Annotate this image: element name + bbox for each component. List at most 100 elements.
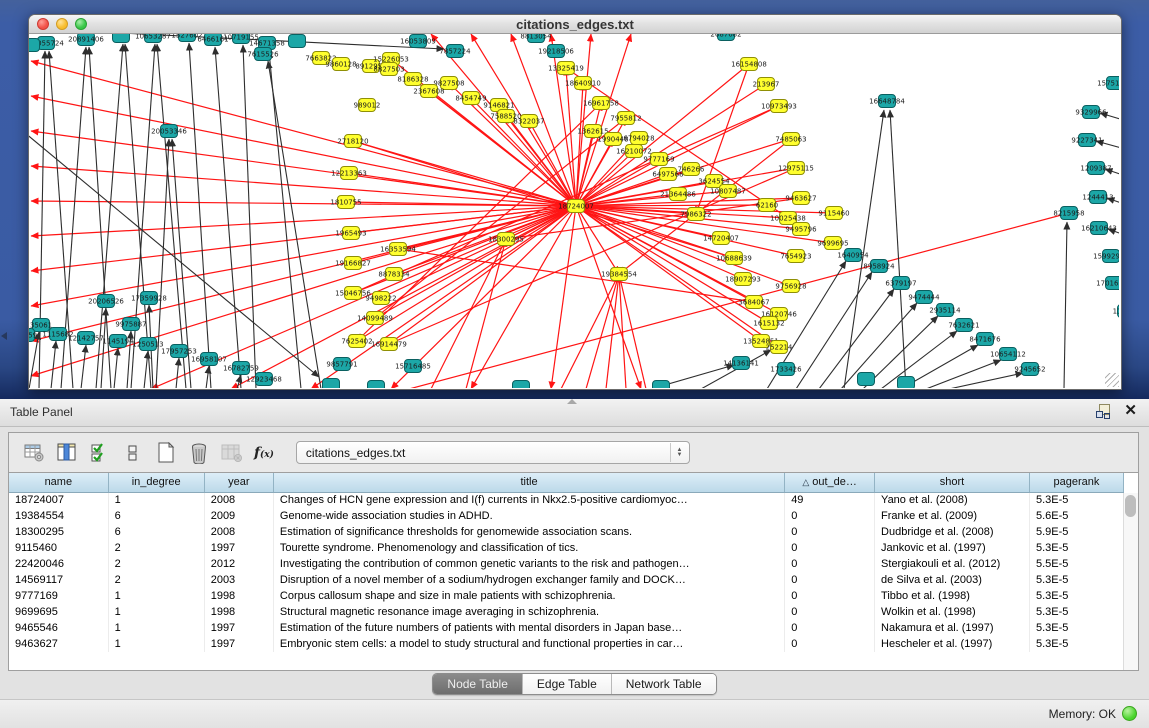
table-cell[interactable]: 2	[108, 540, 204, 556]
table-cell[interactable]: 2008	[204, 524, 273, 540]
table-cell[interactable]: 1998	[204, 604, 273, 620]
network-node[interactable]: 8186328	[397, 73, 428, 86]
network-node[interactable]: 12975115	[778, 162, 814, 175]
table-cell[interactable]: 1998	[204, 588, 273, 604]
network-node[interactable]	[898, 377, 915, 389]
column-chooser-icon[interactable]	[56, 442, 78, 464]
table-cell[interactable]: 9463627	[9, 636, 108, 652]
network-node[interactable]: 9329966	[1075, 106, 1107, 119]
network-node[interactable]: 2687682	[710, 34, 741, 41]
table-cell[interactable]: 2	[108, 572, 204, 588]
table-cell[interactable]: Tibbo et al. (1998)	[875, 588, 1030, 604]
network-node[interactable]	[29, 39, 40, 52]
table-cell[interactable]: 0	[785, 508, 875, 524]
table-cell[interactable]: 5.3E-5	[1029, 572, 1123, 588]
table-cell[interactable]: 6	[108, 524, 204, 540]
network-node[interactable]: 10973493	[761, 100, 797, 113]
network-node[interactable]	[653, 381, 670, 389]
table-row[interactable]: 1830029562008Estimation of significance …	[9, 524, 1124, 540]
table-cell[interactable]: 1	[108, 492, 204, 508]
network-node[interactable]: 1810755	[330, 196, 361, 209]
network-node[interactable]: 213967	[753, 78, 780, 91]
network-node[interactable]: 62160	[756, 199, 778, 212]
table-cell[interactable]: 0	[785, 572, 875, 588]
network-node[interactable]: 7632621	[948, 319, 979, 332]
table-cell[interactable]: 1	[108, 588, 204, 604]
network-node[interactable]: 2718120	[337, 135, 368, 148]
network-node[interactable]: 10654112	[990, 348, 1026, 361]
table-cell[interactable]: Hescheler et al. (1997)	[875, 636, 1030, 652]
table-cell[interactable]: 5.3E-5	[1029, 492, 1123, 508]
table-cell[interactable]: 5.3E-5	[1029, 636, 1123, 652]
table-cell[interactable]: Estimation of significance thresholds fo…	[273, 524, 784, 540]
network-node[interactable]: 2935114	[929, 304, 961, 317]
table-cell[interactable]: Disruption of a novel member of a sodium…	[273, 572, 784, 588]
network-node[interactable]: 1244413	[1082, 191, 1113, 204]
table-row[interactable]: 946362711997Embryonic stem cells: a mode…	[9, 636, 1124, 652]
network-node[interactable]: 8813054	[520, 34, 552, 43]
table-row[interactable]: 2242004622012Investigating the contribut…	[9, 556, 1124, 572]
network-node[interactable]: 16782759	[223, 362, 259, 375]
network-node[interactable]: 116753	[1113, 305, 1119, 318]
table-cell[interactable]: 0	[785, 556, 875, 572]
column-header-title[interactable]: title	[273, 473, 784, 492]
vertical-scrollbar[interactable]	[1123, 493, 1138, 670]
table-cell[interactable]: 2003	[204, 572, 273, 588]
network-node[interactable]: 8471676	[969, 333, 1001, 346]
table-cell[interactable]: Investigating the contribution of common…	[273, 556, 784, 572]
column-header-year[interactable]: year	[204, 473, 273, 492]
column-header-out_de[interactable]: △out_de…	[785, 473, 875, 492]
network-node[interactable]	[323, 379, 340, 389]
table-cell[interactable]: 2012	[204, 556, 273, 572]
table-cell[interactable]: 2008	[204, 492, 273, 508]
network-node[interactable]: 16914479	[371, 338, 407, 351]
table-cell[interactable]: 5.9E-5	[1029, 524, 1123, 540]
network-node[interactable]: 15716485	[395, 360, 431, 373]
network-node[interactable]: 19218506	[538, 45, 574, 58]
table-cell[interactable]: 5.6E-5	[1029, 508, 1123, 524]
network-node[interactable]: 9463627	[785, 192, 816, 205]
network-node[interactable]	[113, 34, 130, 43]
network-node[interactable]: 1965493	[335, 227, 366, 240]
table-cell[interactable]: 5.3E-5	[1029, 620, 1123, 636]
network-node[interactable]	[368, 381, 385, 389]
network-node[interactable]: 14720407	[703, 232, 739, 245]
table-cell[interactable]: Dudbridge et al. (2008)	[875, 524, 1030, 540]
table-cell[interactable]: 19384554	[9, 508, 108, 524]
network-node[interactable]	[289, 35, 306, 48]
network-node[interactable]	[513, 381, 530, 389]
network-node[interactable]: 15751074	[1097, 77, 1119, 90]
table-cell[interactable]: 9115460	[9, 540, 108, 556]
network-canvas[interactable]: 1405572420891406106532871527602646616110…	[29, 34, 1119, 388]
network-node[interactable]: 9699695	[817, 237, 848, 250]
table-cell[interactable]: 1997	[204, 540, 273, 556]
network-node[interactable]: 14136141	[723, 357, 759, 370]
table-cell[interactable]: Changes of HCN gene expression and I(f) …	[273, 492, 784, 508]
network-node[interactable]: 18907293	[725, 273, 761, 286]
table-cell[interactable]: de Silva et al. (2003)	[875, 572, 1030, 588]
column-header-pagerank[interactable]: pagerank	[1029, 473, 1123, 492]
network-node[interactable]: 16053809	[400, 35, 436, 48]
network-node[interactable]: 20891406	[68, 34, 104, 46]
table-row[interactable]: 977716911998Corpus callosum shape and si…	[9, 588, 1124, 604]
network-node[interactable]: 18300295	[488, 233, 524, 246]
network-node[interactable]: 13325419	[548, 62, 584, 75]
column-header-name[interactable]: name	[9, 473, 108, 492]
tab-edge-table[interactable]: Edge Table	[523, 674, 612, 694]
table-cell[interactable]: 5.3E-5	[1029, 604, 1123, 620]
network-node[interactable]: 7485063	[775, 133, 806, 146]
function-builder-icon[interactable]: f(x)	[254, 445, 274, 461]
network-node[interactable]: 7955812	[610, 112, 641, 125]
table-cell[interactable]: Stergiakouli et al. (2012)	[875, 556, 1030, 572]
network-node[interactable]: 16648784	[869, 95, 905, 108]
network-node[interactable]: 9474444	[908, 291, 940, 304]
table-cell[interactable]: 5.3E-5	[1029, 540, 1123, 556]
table-row[interactable]: 1938455462009Genome-wide association stu…	[9, 508, 1124, 524]
network-node[interactable]: 10653287	[135, 34, 171, 43]
panel-resize-notch[interactable]	[567, 399, 577, 404]
tab-node-table[interactable]: Node Table	[433, 674, 523, 694]
table-cell[interactable]: Franke et al. (2009)	[875, 508, 1030, 524]
table-cell[interactable]: 22420046	[9, 556, 108, 572]
network-node[interactable]: 1733426	[770, 363, 802, 376]
table-cell[interactable]: 1997	[204, 620, 273, 636]
